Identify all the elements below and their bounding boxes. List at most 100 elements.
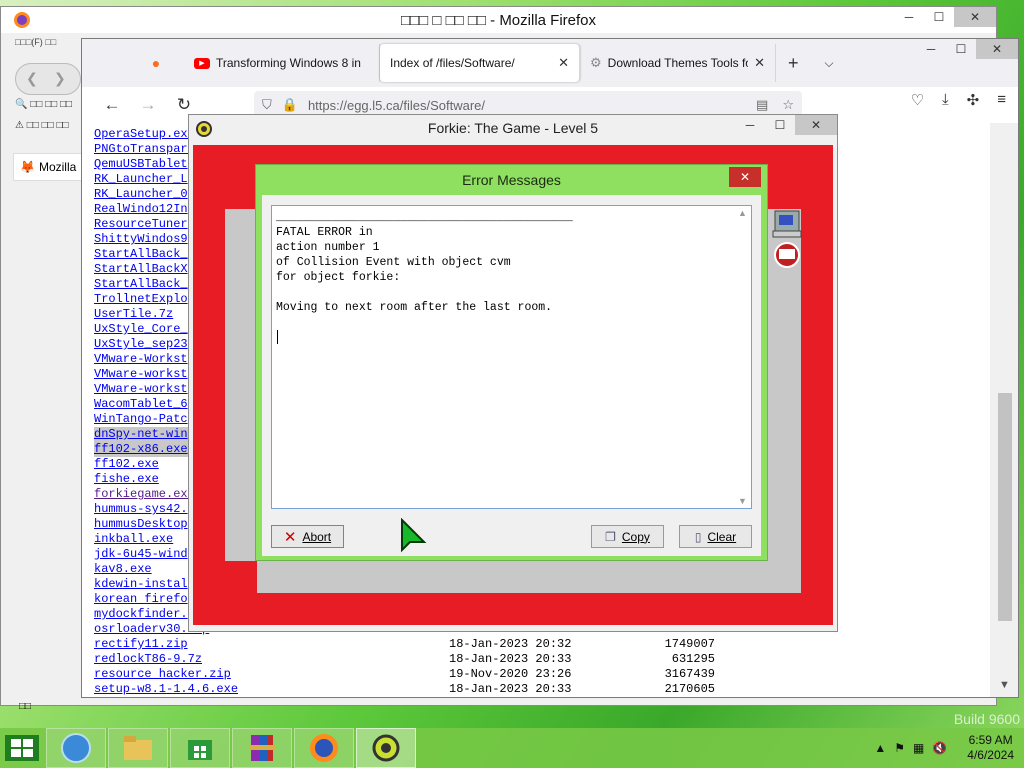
taskbar-firefox[interactable]	[294, 728, 354, 768]
file-size: 2170605	[664, 682, 715, 696]
game-wall-bottom	[257, 561, 801, 593]
maximize-button[interactable]: ☐	[765, 115, 795, 135]
list-all-tabs-button[interactable]: ⌵	[825, 56, 834, 71]
new-tab-button[interactable]: +	[788, 53, 799, 74]
folder-icon	[124, 736, 152, 760]
file-row: redlockT86-9.7z 18-Jan-2023 20:33 631295	[94, 652, 715, 667]
file-date: 18-Jan-2023 20:33	[449, 682, 572, 696]
dialog-titlebar[interactable]: Error Messages ✕	[256, 165, 767, 195]
clock-date: 4/6/2024	[967, 748, 1014, 762]
taskbar-file-explorer[interactable]	[108, 728, 168, 768]
clock[interactable]: 6:59 AM 4/6/2024	[967, 733, 1014, 763]
globe-icon	[61, 733, 91, 763]
maximize-button[interactable]: ☐	[924, 7, 954, 27]
firefox-icon: 🦊	[20, 160, 35, 174]
url-text: https://egg.l5.ca/files/Software/	[307, 97, 485, 113]
pocket-icon[interactable]: ♡	[911, 91, 924, 109]
back-window-titlebar[interactable]: □□□ □ □□ □□ - Mozilla Firefox ─ ☐ ✕	[1, 7, 996, 33]
status-glyph: □□	[19, 701, 32, 712]
dialog-title: Error Messages	[462, 172, 561, 188]
file-size: 3167439	[664, 667, 715, 681]
taskbar-forkie-game[interactable]	[356, 728, 416, 768]
error-message-textbox[interactable]: ________________________________________…	[271, 205, 752, 509]
green-arrow-cursor-icon	[401, 518, 427, 553]
extensions-icon[interactable]: ✣	[967, 91, 980, 109]
search-icon: 🔍	[15, 99, 28, 110]
warning-icon: ⚠	[15, 120, 24, 131]
dialog-body: ________________________________________…	[262, 195, 761, 556]
taskbar-internet-explorer[interactable]	[46, 728, 106, 768]
start-button[interactable]	[0, 728, 44, 768]
game-window-title: Forkie: The Game - Level 5	[427, 120, 599, 136]
close-tab-icon[interactable]: ✕	[754, 55, 765, 71]
tab-download-themes[interactable]: ⚙ Download Themes Tools fo ✕	[580, 44, 776, 82]
show-hidden-icons-icon[interactable]: ▲	[874, 741, 886, 755]
close-button[interactable]: ✕	[795, 115, 837, 135]
close-tab-icon[interactable]: ✕	[558, 55, 569, 71]
warning-row[interactable]: ⚠ □□ □□ □□	[15, 120, 72, 131]
maximize-button[interactable]: ☐	[946, 39, 976, 59]
firefox-icon	[14, 12, 30, 28]
error-line: for object forkie:	[276, 271, 401, 284]
file-link[interactable]: rectify11.zip	[94, 637, 449, 652]
copy-button[interactable]: ❐ Copy	[591, 525, 664, 548]
file-date: 18-Jan-2023 20:32	[449, 637, 572, 651]
page-scrollbar[interactable]: ▼	[990, 123, 1018, 697]
file-link[interactable]: setup-w8.1-1.4.6.exe	[94, 682, 449, 697]
windows-logo-icon	[5, 735, 39, 761]
scroll-up-arrow-icon[interactable]: ▲	[738, 208, 747, 218]
lock-icon: 🔒	[281, 97, 298, 112]
scroll-down-arrow-icon[interactable]: ▼	[999, 679, 1010, 691]
minimize-button[interactable]: ─	[735, 115, 765, 135]
file-row: rectify11.zip 18-Jan-2023 20:32 1749007	[94, 637, 715, 652]
copy-button-label: Copy	[621, 529, 650, 544]
youtube-icon: ▶	[194, 57, 210, 69]
tab-firefox[interactable]: ●	[128, 44, 184, 82]
back-button[interactable]: ←	[94, 91, 130, 119]
abort-button[interactable]: ✕ Abort	[271, 525, 344, 548]
close-button[interactable]: ✕	[976, 39, 1018, 59]
caption-buttons: ─ ☐ ✕	[916, 39, 1018, 59]
tab-youtube[interactable]: ▶ Transforming Windows 8 in	[184, 44, 380, 82]
tab-index-software[interactable]: Index of /files/Software/ ✕	[380, 44, 580, 82]
mozilla-sidebar-tab[interactable]: 🦊 Mozilla	[13, 153, 83, 181]
back-window-menu-strip[interactable]: □□□(F) □□	[15, 37, 85, 53]
minimize-button[interactable]: ─	[894, 7, 924, 27]
back-forward-buttons[interactable]: ❮ ❯	[15, 63, 81, 95]
menu-icon[interactable]: ≡	[997, 91, 1006, 109]
forward-button[interactable]: →	[130, 91, 166, 119]
clock-time: 6:59 AM	[968, 733, 1013, 747]
dialog-close-button[interactable]: ✕	[729, 167, 761, 187]
settings-page-icon: ⚙	[590, 55, 602, 70]
scroll-down-arrow-icon[interactable]: ▼	[738, 496, 747, 506]
tab-label: Download Themes Tools fo	[607, 56, 749, 70]
game-window-titlebar[interactable]: Forkie: The Game - Level 5 ─ ☐ ✕	[189, 115, 837, 141]
bookmark-star-icon[interactable]: ☆	[782, 97, 794, 113]
reader-view-icon[interactable]: ▤	[756, 97, 768, 113]
network-icon[interactable]: ▦	[913, 741, 924, 755]
downloads-icon[interactable]: ⤓	[942, 91, 949, 109]
minimize-button[interactable]: ─	[916, 39, 946, 59]
taskbar-store[interactable]	[170, 728, 230, 768]
error-messages-dialog: Error Messages ✕ _______________________…	[255, 164, 768, 561]
back-window-title: □□□ □ □□ □□ - Mozilla Firefox	[401, 11, 596, 29]
game-caption-buttons: ─ ☐ ✕	[735, 115, 837, 135]
clear-button[interactable]: ▯ Clear	[679, 525, 752, 548]
forward-arrow-icon: ❯	[54, 70, 66, 86]
file-date: 18-Jan-2023 20:33	[449, 652, 572, 666]
file-link[interactable]: resource hacker.zip	[94, 667, 449, 682]
warning-row-label: □□ □□ □□	[26, 120, 69, 131]
file-link[interactable]: redlockT86-9.7z	[94, 652, 449, 667]
textbox-scrollbar[interactable]: ▲ ▼	[735, 206, 751, 508]
error-line: action number 1	[276, 241, 380, 254]
scrollbar-thumb[interactable]	[998, 393, 1012, 621]
volume-muted-icon[interactable]: 🔇	[932, 741, 947, 755]
winrar-icon	[249, 735, 275, 761]
back-window-caption-buttons: ─ ☐ ✕	[894, 7, 996, 27]
search-row[interactable]: 🔍 □□ □□ □□	[15, 99, 72, 110]
taskbar-winrar[interactable]	[232, 728, 292, 768]
action-center-flag-icon[interactable]: ⚑	[894, 741, 905, 755]
close-button[interactable]: ✕	[954, 7, 996, 27]
back-arrow-icon: ❮	[26, 70, 38, 86]
copy-icon: ❐	[605, 529, 616, 544]
